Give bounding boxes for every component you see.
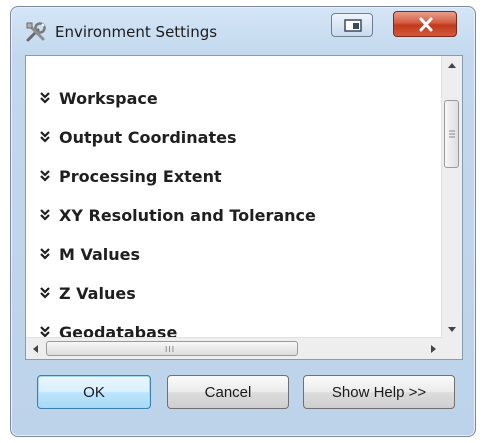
section-xy-resolution[interactable]: XY Resolution and Tolerance (38, 202, 316, 228)
section-m-values[interactable]: M Values (38, 241, 140, 267)
close-button[interactable] (393, 11, 457, 37)
grip-icon: III (165, 345, 176, 354)
restore-window-icon (344, 19, 362, 32)
arrow-up-icon (448, 62, 456, 68)
cancel-button[interactable]: Cancel (167, 375, 289, 409)
show-help-button[interactable]: Show Help >> (303, 375, 455, 409)
section-label: Z Values (59, 283, 136, 303)
horizontal-scrollbar[interactable]: III (26, 337, 442, 359)
scroll-up-button[interactable] (442, 56, 462, 74)
settings-panel: Workspace Output Coordinates Processing … (25, 55, 463, 360)
grip-icon (449, 130, 455, 138)
double-chevron-down-icon (40, 248, 50, 260)
vertical-scroll-thumb[interactable] (444, 100, 459, 168)
arrow-left-icon (32, 344, 38, 353)
section-processing-extent[interactable]: Processing Extent (38, 163, 222, 189)
settings-list: Workspace Output Coordinates Processing … (26, 56, 442, 338)
double-chevron-down-icon (40, 170, 50, 182)
section-workspace[interactable]: Workspace (38, 85, 158, 111)
double-chevron-down-icon (40, 92, 50, 104)
window-title: Environment Settings (55, 23, 218, 41)
title-bar[interactable]: Environment Settings (11, 7, 475, 53)
tools-icon (25, 21, 47, 43)
section-label: XY Resolution and Tolerance (59, 205, 316, 225)
environment-settings-dialog: Environment Settings Workspace Output Co… (10, 6, 476, 437)
vertical-scrollbar[interactable] (441, 56, 462, 338)
section-output-coordinates[interactable]: Output Coordinates (38, 124, 236, 150)
section-label: Processing Extent (59, 166, 222, 186)
double-chevron-down-icon (40, 209, 50, 221)
double-chevron-down-icon (40, 131, 50, 143)
double-chevron-down-icon (40, 287, 50, 299)
arrow-right-icon (430, 344, 436, 353)
scroll-left-button[interactable] (26, 338, 44, 359)
ok-button[interactable]: OK (37, 375, 151, 409)
section-z-values[interactable]: Z Values (38, 280, 136, 306)
section-label: Workspace (59, 88, 158, 108)
scrollbar-corner (442, 338, 462, 359)
scroll-down-button[interactable] (442, 320, 462, 338)
section-geodatabase[interactable]: Geodatabase (38, 319, 177, 338)
section-label: Geodatabase (59, 322, 178, 339)
section-label: Output Coordinates (59, 127, 237, 147)
scroll-right-button[interactable] (424, 338, 442, 359)
arrow-down-icon (448, 326, 456, 332)
restore-button[interactable] (331, 13, 373, 37)
close-icon (419, 17, 433, 32)
section-label: M Values (59, 244, 141, 264)
horizontal-scroll-thumb[interactable]: III (46, 341, 298, 356)
